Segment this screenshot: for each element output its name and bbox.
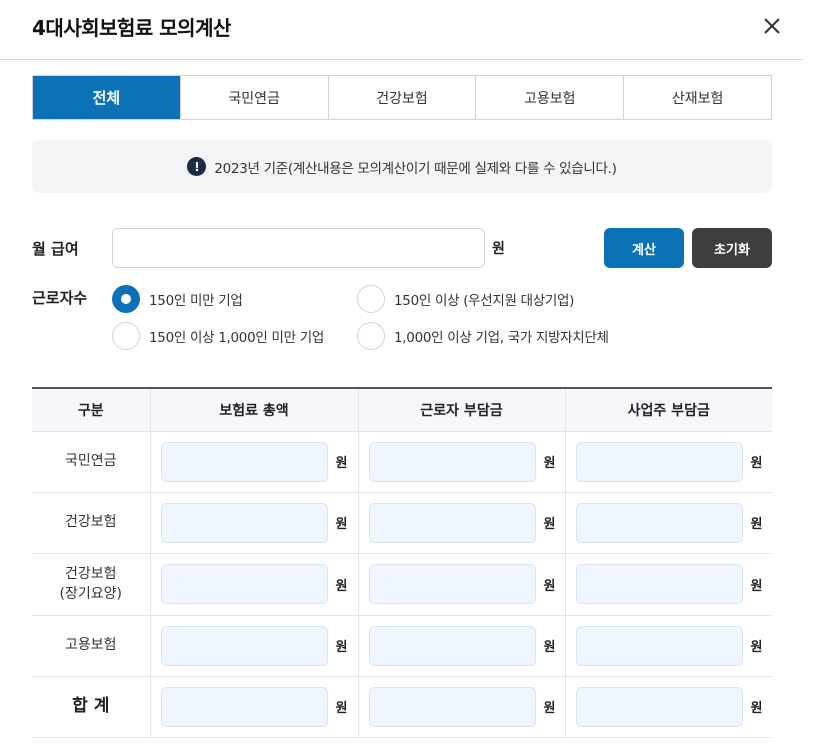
employee-amount-field[interactable] [368,564,536,604]
employer-amount-field[interactable] [575,441,743,482]
radio-label: 1,000인 이상 기업, 국가 지방자치단체 [394,330,609,346]
employee-amount-field[interactable] [368,686,536,727]
table-row-employment-insurance: 고용보험 원 원 원 [32,615,772,677]
tab-employment-insurance[interactable]: 고용보험 [475,76,624,119]
unit-label: 원 [750,456,763,471]
row-label: 고용보험 [32,615,150,677]
radio-button[interactable] [112,322,140,350]
row-label: 합 계 [32,676,150,738]
tab-all[interactable]: 전체 [33,76,180,119]
unit-label: 원 [750,701,763,716]
row-label-text: 합 계 [72,696,110,717]
radio-over-150-priority[interactable]: 150인 이상 (우선지원 대상기업) [357,285,574,313]
premium-table: 구분 보험료 총액 근로자 부담금 사업주 부담금 국민연금 원 원 원 건강보… [32,387,772,738]
table-row-long-term-care: 건강보험 (장기요양) 원 원 원 [32,553,772,616]
table-header-row: 구분 보험료 총액 근로자 부담금 사업주 부담금 [32,388,772,432]
table-row-national-pension: 국민연금 원 원 원 [32,431,772,493]
radio-150-to-1000[interactable]: 150인 이상 1,000인 미만 기업 [112,322,324,350]
radio-label: 150인 이상 (우선지원 대상기업) [394,293,575,309]
unit-label: 원 [543,517,556,532]
unit-label: 원 [543,701,556,716]
exclamation-icon: ! [187,157,207,176]
row-label-text: 국민연금 [64,453,117,470]
row-label-text: 고용보험 [64,637,117,654]
employer-amount-field[interactable] [575,625,743,666]
unit-label: 원 [750,578,763,594]
row-label: 건강보험 (장기요양) [32,553,150,616]
radio-under-150[interactable]: 150인 미만 기업 [112,285,243,313]
unit-label: 원 [335,701,348,716]
close-icon[interactable] [760,14,784,38]
column-header: 보험료 총액 [149,388,358,432]
notice-banner: ! 2023년 기준(계산내용은 모의계산이기 때문에 실제와 다를 수 있습니… [32,140,772,193]
unit-label: 원 [335,517,348,532]
tab-industrial-accident-insurance[interactable]: 산재보험 [623,76,771,119]
dialog-title: 4대사회보험료 모의계산 [32,16,231,40]
unit-label: 원 [335,456,348,471]
unit-label: 원 [335,640,348,655]
radio-button[interactable] [357,322,385,350]
radio-button[interactable] [112,285,140,313]
total-amount-field[interactable] [160,686,328,727]
employer-amount-field[interactable] [575,564,743,604]
employee-amount-field[interactable] [368,441,536,482]
notice-text: 2023년 기준(계산내용은 모의계산이기 때문에 실제와 다를 수 있습니다.… [214,160,617,177]
radio-button[interactable] [357,285,385,313]
column-header: 사업주 부담금 [564,388,772,432]
calculate-button[interactable]: 계산 [604,228,684,268]
salary-input[interactable] [112,228,485,268]
workers-label: 근로자수 [32,289,88,307]
employer-amount-field[interactable] [575,502,743,543]
unit-label: 원 [543,640,556,655]
table-row-total: 합 계 원 원 원 [32,676,772,738]
employee-amount-field[interactable] [368,502,536,543]
total-amount-field[interactable] [160,502,328,543]
row-label-subtext: (장기요양) [59,586,122,602]
tab-health-insurance[interactable]: 건강보험 [327,76,476,119]
salary-unit: 원 [492,241,505,257]
unit-label: 원 [335,578,348,594]
total-amount-field[interactable] [160,625,328,666]
row-label-text: 건강보험 [64,514,117,531]
row-label-text: 건강보험 [64,565,117,582]
employer-amount-field[interactable] [575,686,743,727]
total-amount-field[interactable] [160,564,328,604]
unit-label: 원 [543,456,556,471]
unit-label: 원 [543,578,556,594]
insurance-tabs: 전체 국민연금 건강보험 고용보험 산재보험 [32,75,772,120]
unit-label: 원 [750,517,763,532]
column-header: 구분 [32,388,150,432]
dialog-header: 4대사회보험료 모의계산 [0,0,803,60]
radio-label: 150인 이상 1,000인 미만 기업 [149,330,324,346]
row-label: 국민연금 [32,431,150,493]
total-amount-field[interactable] [160,441,328,482]
employee-amount-field[interactable] [368,625,536,666]
table-row-health-insurance: 건강보험 원 원 원 [32,492,772,554]
radio-label: 150인 미만 기업 [149,293,243,309]
salary-label: 월 급여 [32,240,79,258]
unit-label: 원 [750,640,763,655]
radio-over-1000[interactable]: 1,000인 이상 기업, 국가 지방자치단체 [357,322,609,350]
tab-national-pension[interactable]: 국민연금 [179,76,328,119]
reset-button[interactable]: 초기화 [692,228,772,268]
row-label: 건강보험 [32,492,150,554]
column-header: 근로자 부담금 [357,388,565,432]
